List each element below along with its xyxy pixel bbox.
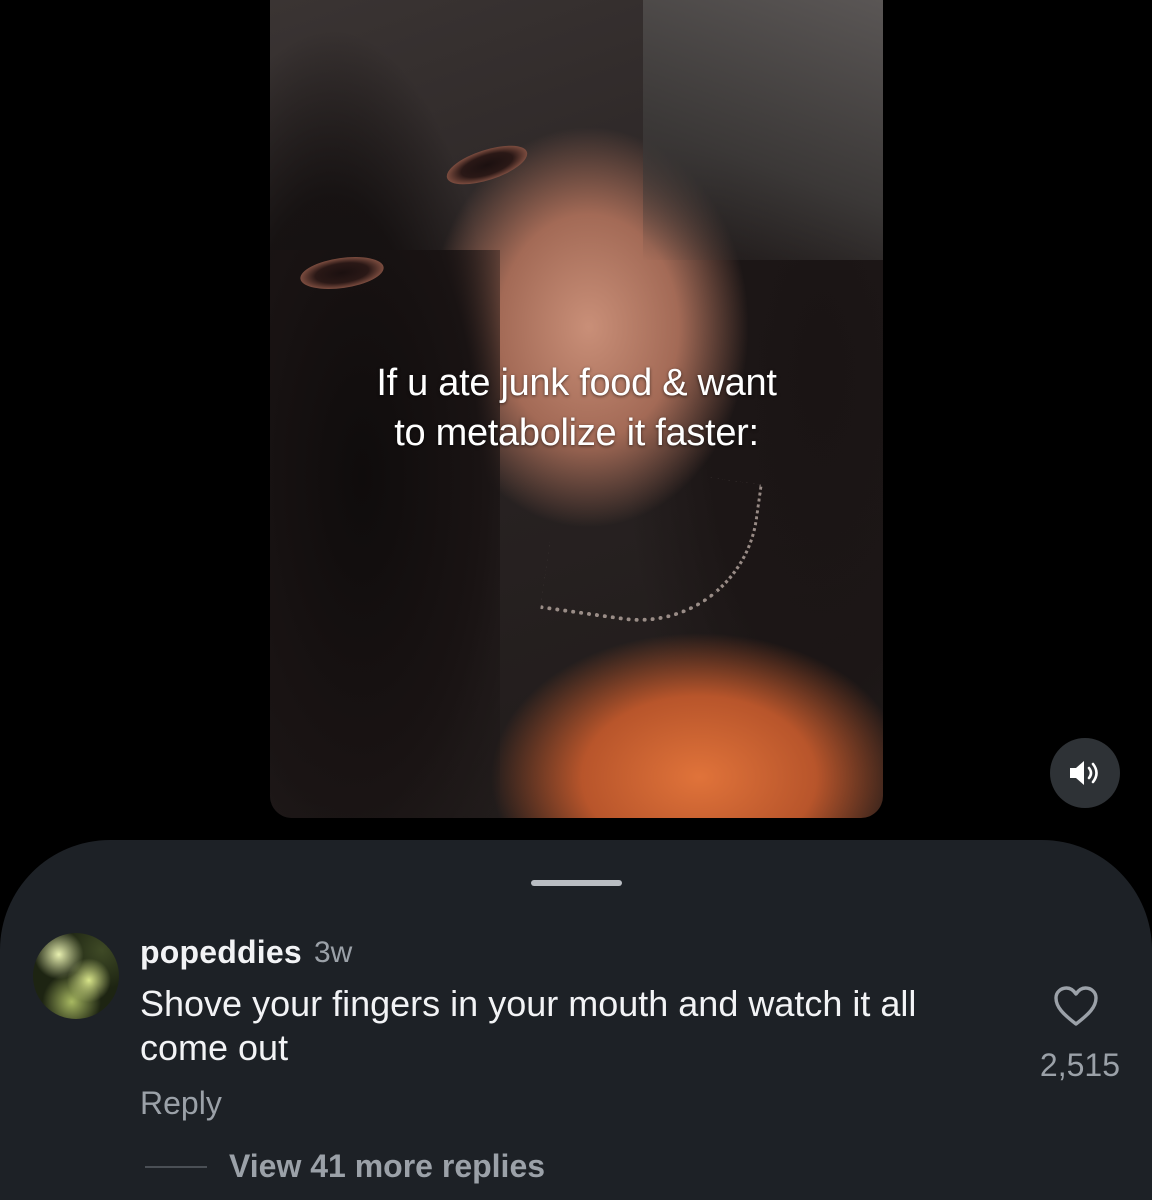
comment-text: Shove your fingers in your mouth and wat… (140, 983, 917, 1068)
view-more-replies-button[interactable]: View 41 more replies (229, 1148, 545, 1185)
post-video[interactable]: If u ate junk food & want to metabolize … (270, 0, 883, 818)
heart-outline-icon[interactable] (1053, 985, 1099, 1027)
background-sofa (643, 0, 883, 260)
hair-shadow (270, 250, 500, 818)
speaker-volume-icon (1070, 761, 1098, 785)
like-count: 2,515 (1039, 1047, 1120, 1083)
reply-button[interactable]: Reply (140, 1085, 222, 1122)
avatar[interactable] (33, 933, 119, 1019)
video-caption-overlay: If u ate junk food & want to metabolize … (270, 358, 883, 458)
sound-toggle-button[interactable] (1050, 738, 1120, 808)
sheet-drag-handle[interactable] (531, 880, 622, 886)
comment-timestamp: 3w (314, 936, 353, 969)
comment-username[interactable]: popeddies (140, 934, 302, 971)
screen: If u ate junk food & want to metabolize … (0, 0, 1152, 1200)
replies-divider (145, 1166, 207, 1168)
necklace-shape (540, 456, 763, 638)
caption-line: If u ate junk food & want (376, 362, 777, 404)
eye-shape (442, 137, 532, 193)
caption-line: to metabolize it faster: (394, 412, 759, 454)
